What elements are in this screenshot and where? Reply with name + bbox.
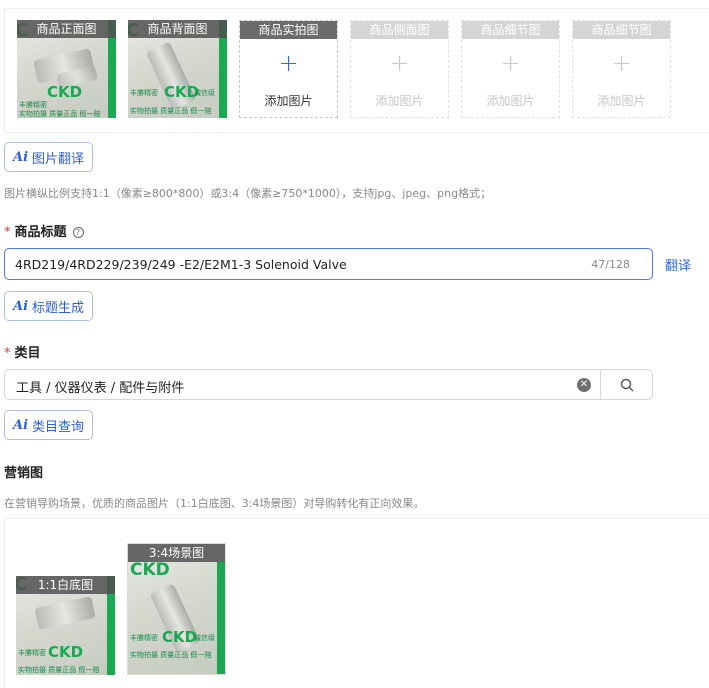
add-image-label: 添加图片 — [597, 94, 646, 108]
add-image-label: 添加图片 — [375, 94, 424, 108]
watermark-line2: 实物拍摄 质量正品 假一赔 — [130, 651, 212, 659]
watermark-line1: 丰勝精密 — [130, 89, 158, 97]
ai-icon: Ai — [13, 149, 29, 165]
title-generate-button[interactable]: Ai 标题生成 — [4, 291, 94, 321]
watermark-line2: 实物拍摄 质量正品 假一赔 — [19, 110, 101, 118]
image-slot-detail-2: 商品细节图 + 添加图片 — [572, 20, 671, 118]
image-slot-side: 商品侧面图 + 添加图片 — [350, 20, 449, 118]
add-image-label: 添加图片 — [264, 94, 313, 108]
product-photo-scene: CKD CKD 丰勝精密 诚信级 实物拍摄 质量正品 假一赔 — [128, 544, 225, 674]
image-slot-detail-1: 商品细节图 + 添加图片 — [461, 20, 560, 118]
required-mark: * — [4, 225, 11, 240]
plus-icon: + — [389, 49, 410, 77]
title-label: * 商品标题? — [4, 221, 84, 240]
search-icon — [620, 378, 634, 391]
slot-caption: 3:4场景图 — [128, 544, 225, 562]
image-translate-button[interactable]: Ai 图片翻译 — [4, 142, 94, 172]
watermark-line2: 实物拍摄 质量正品 假一赔 — [130, 107, 212, 115]
slot-caption: 1:1白底图 — [16, 576, 115, 594]
add-image-label: 添加图片 — [486, 94, 535, 108]
category-value: 工具 / 仪器仪表 / 配件与附件 — [16, 381, 185, 396]
translate-link[interactable]: 翻译 — [665, 255, 691, 274]
category-select[interactable]: 工具 / 仪器仪表 / 配件与附件 ✕ — [4, 369, 653, 400]
label-text: 商品标题 — [14, 225, 67, 240]
watermark-line2: 实物拍摄 质量正品 假一赔 — [18, 666, 100, 674]
marketing-image-panel: CKD 丰勝精密 实物拍摄 质量正品 假一赔 C 1:1白底图 CKD CKD … — [4, 518, 709, 688]
slot-caption: 商品正面图 — [17, 20, 116, 38]
watermark-line1: 丰勝精密 — [18, 649, 46, 657]
button-label: 标题生成 — [32, 300, 85, 316]
watermark-line1: 丰勝精密 — [130, 634, 158, 642]
title-value[interactable]: 4RD219/4RD229/239/249 -E2/E2M1-3 Solenoi… — [15, 257, 347, 272]
ai-icon: Ai — [13, 298, 29, 314]
label-text: 类目 — [14, 346, 41, 361]
plus-icon: + — [500, 49, 521, 77]
white-bg-image-slot[interactable]: CKD 丰勝精密 实物拍摄 质量正品 假一赔 C 1:1白底图 — [16, 576, 115, 675]
brand-watermark: CKD — [162, 628, 198, 646]
slot-caption: 商品细节图 — [573, 21, 670, 39]
category-search-button[interactable] — [601, 370, 653, 399]
slot-caption: 商品实拍图 — [240, 21, 337, 39]
help-icon[interactable]: ? — [72, 227, 84, 238]
image-format-hint: 图片横纵比例支持1:1（像素≥800*800）或3:4（像素≥750*1000）… — [4, 187, 492, 200]
required-mark: * — [4, 346, 11, 361]
slot-caption: 商品背面图 — [128, 20, 227, 38]
marketing-label: 营销图 — [4, 466, 44, 481]
plus-icon: + — [611, 49, 632, 77]
clear-icon[interactable]: ✕ — [577, 378, 591, 392]
category-query-button[interactable]: Ai 类目查询 — [4, 410, 94, 440]
image-slot-real[interactable]: 商品实拍图 + 添加图片 — [239, 20, 338, 118]
marketing-hint: 在营销导购场景，优质的商品图片（1:1白底图、3:4场景图）对导购转化有正向效果… — [4, 497, 425, 510]
watermark-line1b: 诚信级 — [194, 634, 215, 642]
image-slot-front[interactable]: CKD 丰勝精密 实物拍摄 质量正品 假一赔 C 商品正面图 — [17, 20, 116, 118]
slot-caption: 商品侧面图 — [351, 21, 448, 39]
brand-watermark: CKD — [48, 643, 84, 661]
button-label: 图片翻译 — [32, 151, 85, 167]
slot-caption: 商品细节图 — [462, 21, 559, 39]
button-label: 类目查询 — [32, 419, 85, 435]
watermark-line1b: 诚信级 — [194, 89, 215, 97]
ai-icon: Ai — [13, 417, 29, 433]
char-count: 47/128 — [591, 258, 630, 271]
category-label: * 类目 — [4, 342, 41, 361]
brand-logo: CKD — [130, 560, 170, 580]
main-image-panel: CKD 丰勝精密 实物拍摄 质量正品 假一赔 C 商品正面图 CKD 丰勝精密 … — [4, 8, 709, 133]
scene-image-slot[interactable]: CKD CKD 丰勝精密 诚信级 实物拍摄 质量正品 假一赔 3:4场景图 — [127, 543, 226, 675]
brand-watermark: CKD — [47, 83, 83, 101]
plus-icon: + — [278, 49, 299, 77]
title-input[interactable]: 4RD219/4RD229/239/249 -E2/E2M1-3 Solenoi… — [4, 248, 653, 280]
image-slot-back[interactable]: CKD 丰勝精密 诚信级 实物拍摄 质量正品 假一赔 C 商品背面图 — [128, 20, 227, 118]
